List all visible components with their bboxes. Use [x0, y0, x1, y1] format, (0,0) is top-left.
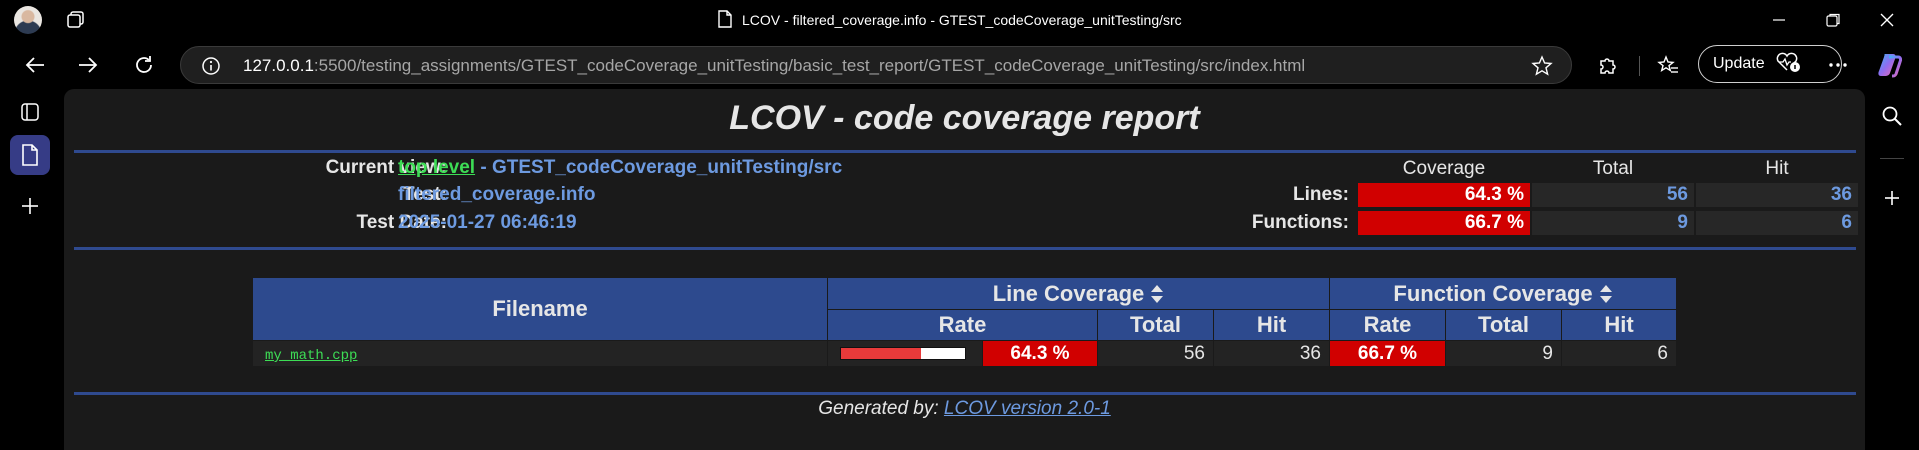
- forward-button[interactable]: [72, 49, 104, 81]
- coverage-bar: [840, 347, 966, 360]
- refresh-button[interactable]: [128, 49, 160, 81]
- url-host: 127.0.0.1: [243, 56, 314, 75]
- profile-avatar[interactable]: [14, 6, 42, 34]
- search-icon[interactable]: [1876, 100, 1908, 132]
- tab-actions-icon[interactable]: [66, 10, 86, 30]
- footer-ruler: [74, 392, 1856, 395]
- coverage-bar-fill: [841, 348, 921, 359]
- more-options-icon[interactable]: [1822, 49, 1854, 81]
- generated-by-label: Generated by:: [818, 398, 944, 419]
- extensions-icon[interactable]: [1592, 49, 1624, 81]
- url-text[interactable]: 127.0.0.1:5500/testing_assignments/GTEST…: [243, 56, 1305, 76]
- line-coverage-label: Line Coverage: [992, 280, 1145, 306]
- line-hit-cell: 36: [1214, 341, 1330, 366]
- header-ruler-top: [74, 150, 1856, 153]
- tab-title: LCOV - filtered_coverage.info - GTEST_co…: [742, 12, 1182, 28]
- function-rate-cell: 66.7 %: [1330, 341, 1446, 366]
- function-total-header: Total: [1446, 310, 1562, 341]
- summary-functions-coverage: 66.7 %: [1358, 211, 1530, 235]
- test-value: filtered_coverage.info: [398, 184, 596, 205]
- report-title: LCOV - code coverage report: [729, 99, 1200, 137]
- file-link[interactable]: my_math.cpp: [265, 348, 357, 364]
- line-total-header: Total: [1098, 310, 1214, 341]
- restore-button[interactable]: [1818, 6, 1848, 34]
- vertical-tab-active[interactable]: [10, 135, 50, 175]
- back-button[interactable]: [19, 49, 51, 81]
- function-coverage-column-header[interactable]: Function Coverage: [1330, 278, 1677, 310]
- summary-lines-label: Lines:: [1293, 184, 1349, 205]
- sort-icon[interactable]: [1599, 284, 1613, 304]
- line-rate-cell: 64.3 %: [983, 341, 1098, 366]
- heart-pulse-icon: [1775, 51, 1801, 78]
- filename-column-header: Filename: [253, 278, 828, 341]
- line-coverage-column-header[interactable]: Line Coverage: [828, 278, 1330, 310]
- update-label: Update: [1713, 55, 1765, 72]
- close-window-button[interactable]: [1872, 6, 1902, 34]
- tab-list-icon[interactable]: [10, 92, 50, 132]
- active-tab[interactable]: LCOV - filtered_coverage.info - GTEST_co…: [718, 8, 1182, 32]
- new-tab-icon[interactable]: [10, 186, 50, 226]
- filename-cell: my_math.cpp: [253, 341, 828, 366]
- line-rate-header: Rate: [828, 310, 1098, 341]
- test-date-value: 2025-01-27 06:46:19: [398, 212, 577, 233]
- lcov-version-link[interactable]: LCOV version 2.0-1: [944, 398, 1111, 419]
- function-hit-header: Hit: [1562, 310, 1677, 341]
- copilot-icon[interactable]: [1874, 49, 1906, 81]
- function-total-cell: 9: [1446, 341, 1562, 366]
- navigation-bar: 127.0.0.1:5500/testing_assignments/GTEST…: [0, 41, 1919, 88]
- summary-lines-total: 56: [1532, 183, 1694, 207]
- summary-functions-label: Functions:: [1251, 212, 1349, 233]
- summary-lines-hit: 36: [1696, 183, 1858, 207]
- window-titlebar: LCOV - filtered_coverage.info - GTEST_co…: [0, 0, 1919, 41]
- url-path: :5500/testing_assignments/GTEST_codeCove…: [313, 56, 1306, 75]
- site-info-icon[interactable]: [201, 56, 221, 76]
- summary-functions-hit: 6: [1696, 211, 1858, 235]
- add-sidebar-app-icon[interactable]: [1876, 182, 1908, 214]
- sort-icon[interactable]: [1150, 284, 1164, 304]
- function-coverage-label: Function Coverage: [1393, 280, 1593, 306]
- update-button[interactable]: Update: [1698, 45, 1842, 83]
- favorite-star-icon[interactable]: [1531, 55, 1553, 77]
- line-coverage-bar-cell: [828, 341, 983, 366]
- line-hit-header: Hit: [1214, 310, 1330, 341]
- address-bar[interactable]: 127.0.0.1:5500/testing_assignments/GTEST…: [180, 46, 1572, 84]
- current-view-value: top level - GTEST_codeCoverage_unitTesti…: [398, 157, 842, 179]
- right-sidebar: [1866, 88, 1919, 450]
- current-view-path: - GTEST_codeCoverage_unitTesting/src: [475, 157, 843, 178]
- sidebar-divider: [1880, 158, 1904, 159]
- line-total-cell: 56: [1098, 341, 1214, 366]
- header-ruler-bottom: [74, 247, 1856, 250]
- summary-functions-total: 9: [1532, 211, 1694, 235]
- top-level-link[interactable]: top level: [398, 157, 475, 178]
- footer: Generated by: LCOV version 2.0-1: [64, 398, 1865, 420]
- summary-hit-header: Hit: [1765, 158, 1789, 179]
- summary-total-header: Total: [1592, 158, 1634, 179]
- page-viewport: LCOV - code coverage report Current view…: [64, 89, 1865, 450]
- toolbar-divider: [1639, 56, 1640, 76]
- function-hit-cell: 6: [1562, 341, 1677, 366]
- page-document-icon: [718, 9, 732, 31]
- left-sidebar: [0, 88, 64, 450]
- favorites-icon[interactable]: [1652, 49, 1684, 81]
- minimize-button[interactable]: [1764, 6, 1794, 34]
- summary-coverage-header: Coverage: [1402, 158, 1486, 179]
- summary-lines-coverage: 64.3 %: [1358, 183, 1530, 207]
- function-rate-header: Rate: [1330, 310, 1446, 341]
